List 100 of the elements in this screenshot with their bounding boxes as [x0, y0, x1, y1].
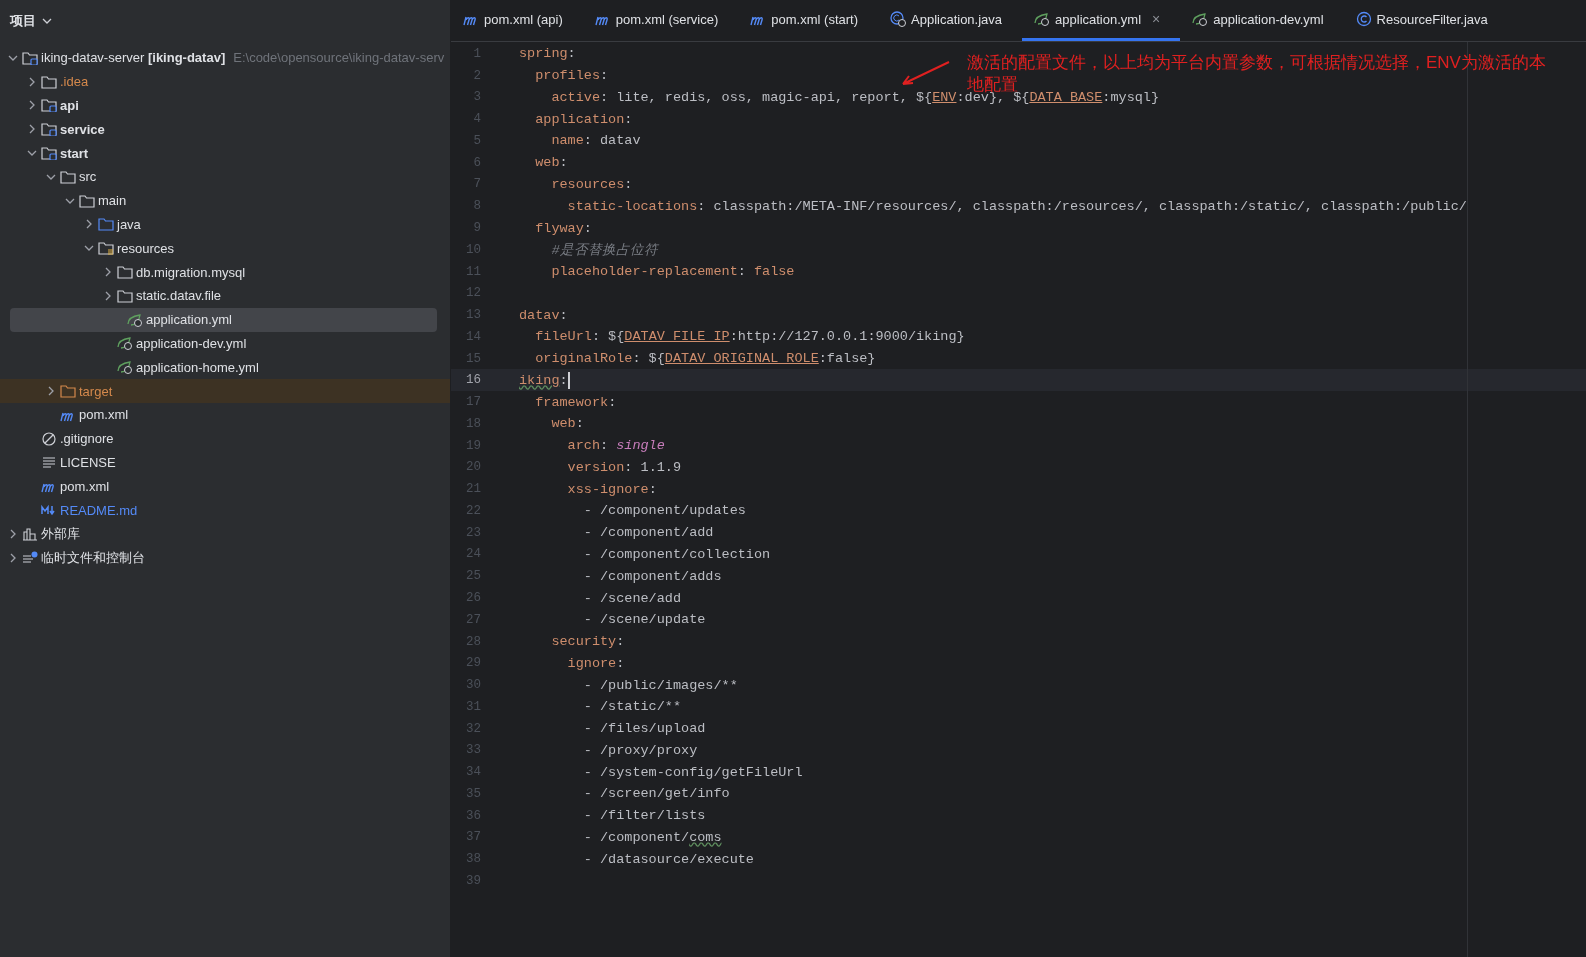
code-token: version: [566, 459, 625, 475]
code-token: - /component/collection: [582, 547, 771, 562]
tree-item[interactable]: service: [0, 117, 450, 142]
code-token: :: [600, 438, 610, 454]
tree-label: 临时文件和控制台: [41, 548, 145, 567]
tree-item[interactable]: main: [0, 188, 450, 213]
leaf-gear-icon: [117, 360, 133, 375]
code-token: : lite, redis, oss, magic-api, report, ${: [600, 89, 933, 105]
code-token: :: [583, 220, 592, 236]
tree-item[interactable]: LICENSE: [0, 450, 450, 475]
tree-label: application-dev.yml: [136, 335, 247, 351]
folder-icon: [60, 169, 76, 184]
code-token: :: [737, 264, 747, 280]
tree-item[interactable]: iking-datav-server [iking-datav] E:\code\opensource\iking-datav-serv: [0, 46, 450, 70]
leaf-gear-icon: [127, 312, 143, 327]
chevron-icon[interactable]: [84, 219, 94, 230]
editor-tab[interactable]: pom.xml (api): [451, 0, 583, 41]
code-token: - /screen/get/info: [582, 786, 730, 802]
tree-item[interactable]: pom.xml: [0, 474, 450, 499]
code-token: :: [559, 372, 568, 388]
code-token: :false}: [818, 351, 876, 367]
leaf-gear-icon: [1034, 12, 1051, 26]
code-token: :: [600, 68, 609, 84]
code-token: :: [616, 634, 625, 650]
chevron-icon[interactable]: [8, 528, 18, 539]
chevron-icon[interactable]: [27, 100, 37, 111]
bar-chart-icon: [22, 526, 38, 541]
tree-label: target: [79, 383, 113, 399]
editor-tab[interactable]: Application.java: [878, 0, 1023, 41]
chevron-icon[interactable]: [27, 124, 37, 135]
class-run-icon: [890, 11, 906, 27]
tree-label: application-home.yml: [136, 359, 259, 375]
code-token: security: [550, 634, 617, 650]
class-icon: [1355, 11, 1372, 27]
tree-item[interactable]: static.datav.file: [0, 283, 450, 308]
tree-label: api: [60, 98, 79, 113]
tree-item[interactable]: 外部库: [0, 521, 450, 546]
tree-label: static.datav.file: [136, 288, 222, 304]
tree-item[interactable]: db.migration.mysql: [0, 260, 450, 284]
code-token: arch: [566, 438, 600, 454]
folder-icon: [41, 74, 57, 89]
chevron-icon[interactable]: [103, 290, 113, 301]
code-token: : 1.1.9: [624, 459, 682, 475]
tree-item[interactable]: .idea: [0, 69, 450, 94]
tree-item[interactable]: README.md: [0, 498, 450, 522]
tree-item[interactable]: resources: [0, 236, 450, 261]
tree-label: resources: [117, 240, 175, 256]
code-token: xss-ignore: [566, 481, 649, 497]
code-token: : classpath:/META-INF/resources/, classpath:/resources/, classpath:/static/, classpath:/public/: [697, 198, 1467, 214]
tree-item[interactable]: application-dev.yml: [0, 331, 450, 356]
editor-tab[interactable]: pom.xml (start): [738, 0, 878, 41]
code-token: framework: [534, 394, 609, 410]
tree-item[interactable]: application.yml: [10, 307, 437, 332]
code-token: - /system-config/getFileUrl: [582, 764, 803, 780]
prohibited-icon: [41, 431, 57, 446]
tree-label: src: [79, 169, 97, 185]
code-token: placeholder-replacement: [550, 264, 738, 280]
tree-label: pom.xml: [60, 478, 110, 494]
code-token: application: [534, 111, 625, 127]
folder-icon: [98, 217, 114, 232]
editor-tab[interactable]: ResourceFilter.java: [1343, 0, 1508, 41]
tree-item[interactable]: src: [0, 165, 450, 189]
tree-item[interactable]: target: [0, 379, 450, 403]
code-token: :: [608, 394, 617, 410]
tree-item[interactable]: .gitignore: [0, 426, 450, 451]
code-token: - /filter/lists: [582, 808, 706, 824]
folder-icon: [79, 193, 95, 208]
code-token: : ${: [632, 351, 665, 367]
code-token: fileUrl: [534, 329, 592, 345]
code-token: :: [567, 46, 576, 62]
chevron-icon[interactable]: [27, 76, 37, 87]
code-token: web: [550, 416, 576, 432]
tree-label: README.md: [60, 502, 138, 518]
panel-title[interactable]: 项目: [10, 12, 36, 30]
code-token: DATA_BASE: [1029, 89, 1103, 105]
code-token: coms: [689, 829, 722, 845]
tree-label: service: [60, 121, 105, 137]
tree-item[interactable]: 临时文件和控制台: [0, 545, 450, 570]
close-icon[interactable]: ×: [1152, 11, 1161, 27]
chevron-icon[interactable]: [103, 267, 113, 278]
editor-tab[interactable]: application.yml ×: [1022, 0, 1181, 41]
list-clock-icon: [22, 550, 38, 565]
editor-tab[interactable]: pom.xml (service): [582, 0, 739, 41]
chevron-down-icon[interactable]: [42, 16, 52, 26]
editor-tab[interactable]: application-dev.yml: [1180, 0, 1344, 41]
tree-item[interactable]: start: [0, 141, 450, 165]
code-token: :: [648, 481, 657, 497]
code-token: - /files/upload: [582, 721, 706, 737]
chevron-icon[interactable]: [8, 552, 18, 563]
code-token: - /scene/add: [582, 590, 682, 606]
code-token: profiles: [534, 68, 600, 84]
tree-item[interactable]: java: [0, 212, 450, 237]
tree-item[interactable]: application-home.yml: [0, 355, 450, 380]
code-token: DATAV_FILE_IP: [624, 329, 730, 345]
tree-item[interactable]: api: [0, 93, 450, 118]
tree-item[interactable]: pom.xml: [0, 402, 450, 427]
chevron-icon[interactable]: [46, 386, 56, 397]
code-token: :: [624, 111, 633, 127]
code-token: web: [534, 155, 560, 171]
code-token: :http://127.0.0.1:9000/iking}: [729, 329, 965, 345]
